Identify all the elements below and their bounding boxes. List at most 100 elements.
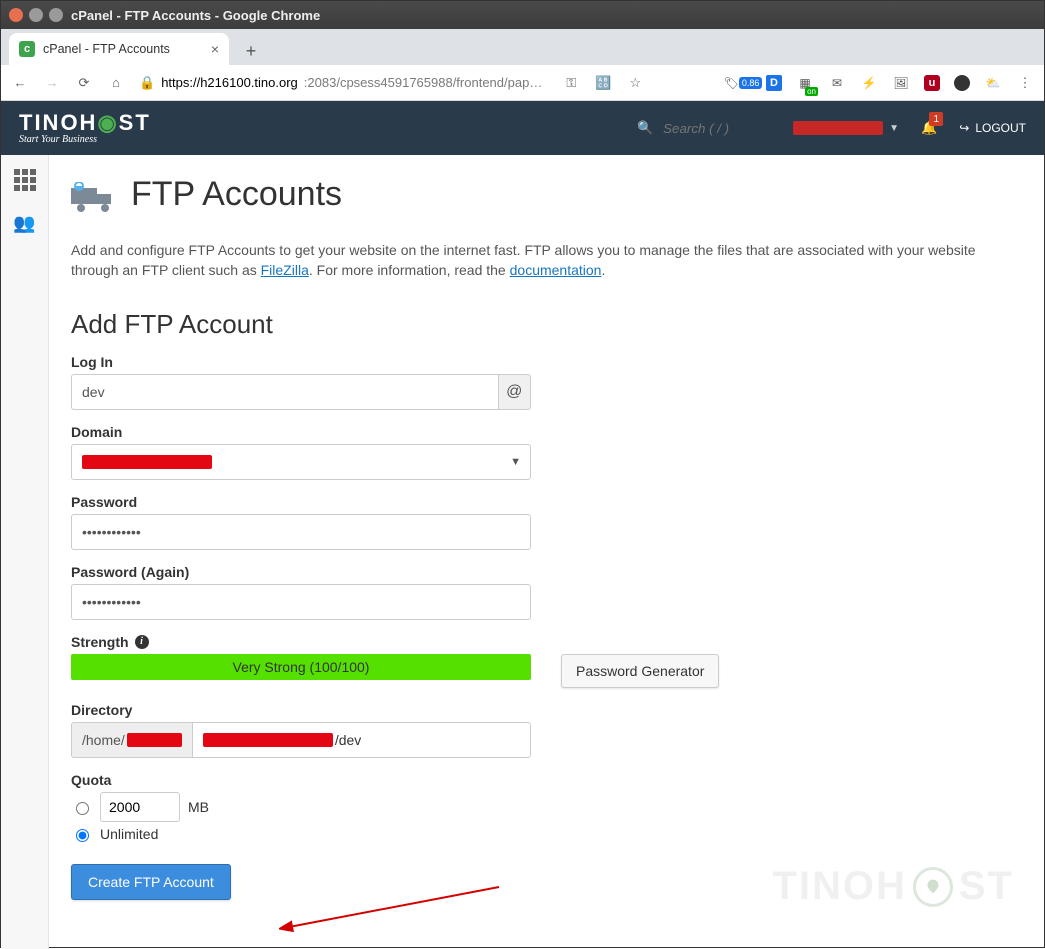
- url-path: :2083/cpsess4591765988/frontend/pap…: [304, 75, 543, 90]
- browser-tab-active[interactable]: c cPanel - FTP Accounts ×: [9, 33, 229, 65]
- intro-text: Add and configure FTP Accounts to get yo…: [71, 240, 1022, 281]
- quota-unit: MB: [188, 799, 209, 815]
- search-icon: 🔍: [637, 120, 653, 136]
- quota-limited-radio[interactable]: [76, 802, 89, 815]
- window-titlebar: cPanel - FTP Accounts - Google Chrome: [1, 1, 1044, 29]
- tab-close-button[interactable]: ×: [211, 41, 219, 57]
- quota-amount-input[interactable]: [100, 792, 180, 822]
- translate-icon[interactable]: 🔠: [594, 75, 612, 91]
- watermark-circle-icon: [913, 867, 953, 907]
- documentation-link[interactable]: documentation: [510, 262, 602, 278]
- create-ftp-account-button[interactable]: Create FTP Account: [71, 864, 231, 900]
- quota-unlimited-option[interactable]: Unlimited: [71, 826, 1022, 842]
- directory-prefix: /home/: [71, 722, 192, 758]
- brand-subtitle: Start Your Business: [19, 134, 151, 145]
- strength-label-text: Strength: [71, 634, 129, 650]
- bolt-icon[interactable]: ⚡: [860, 74, 878, 92]
- globe-dark-icon[interactable]: [954, 75, 970, 91]
- brand-text-2: ST: [119, 110, 151, 135]
- directory-prefix-redacted: [127, 733, 182, 747]
- weather-icon[interactable]: ⛅: [984, 74, 1002, 92]
- login-input[interactable]: [71, 374, 498, 410]
- password-generator-button[interactable]: Password Generator: [561, 654, 719, 688]
- users-icon[interactable]: 👥: [13, 213, 35, 234]
- browser-tabstrip: c cPanel - FTP Accounts × +: [1, 29, 1044, 65]
- strength-meter: Very Strong (100/100): [71, 654, 531, 680]
- extension-badge: 0.86: [739, 77, 763, 89]
- url-host: https://h216100.tino.org: [161, 75, 298, 90]
- forward-button[interactable]: →: [43, 75, 61, 90]
- domain-value-redacted: [82, 455, 212, 469]
- window-title: cPanel - FTP Accounts - Google Chrome: [71, 8, 320, 23]
- password-again-label: Password (Again): [71, 564, 1022, 580]
- search-input[interactable]: [661, 120, 771, 137]
- domain-select[interactable]: [71, 444, 531, 480]
- window-buttons: [9, 8, 63, 22]
- login-at-addon: @: [498, 374, 531, 410]
- page-title: FTP Accounts: [131, 175, 342, 214]
- window-maximize-button[interactable]: [49, 8, 63, 22]
- chrome-menu-button[interactable]: ⋮: [1016, 75, 1034, 91]
- logout-button[interactable]: ↪ LOGOUT: [959, 121, 1026, 135]
- quota-limited-option[interactable]: MB: [71, 792, 1022, 822]
- logout-label: LOGOUT: [975, 121, 1026, 135]
- info-icon[interactable]: i: [135, 635, 149, 649]
- domain-label: Domain: [71, 424, 1022, 440]
- login-label: Log In: [71, 354, 1022, 370]
- ftp-truck-icon: [71, 182, 119, 214]
- watermark-text1: TINOH: [772, 864, 906, 909]
- directory-input[interactable]: /dev: [192, 722, 531, 758]
- lock-icon: 🔒: [139, 75, 155, 91]
- tab-favicon-icon: c: [19, 41, 35, 57]
- password-input[interactable]: [71, 514, 531, 550]
- quota-label: Quota: [71, 772, 1022, 788]
- tab-title: cPanel - FTP Accounts: [43, 42, 170, 56]
- new-tab-button[interactable]: +: [237, 37, 265, 65]
- star-bookmark-icon[interactable]: ☆: [626, 75, 644, 91]
- user-menu[interactable]: ▼: [793, 121, 899, 135]
- extension-tag-icon[interactable]: 🏷0.86: [734, 74, 752, 92]
- intro-part2: . For more information, read the: [309, 262, 510, 278]
- watermark-text2: ST: [959, 864, 1014, 909]
- home-button[interactable]: ⌂: [107, 75, 125, 90]
- logout-icon: ↪: [959, 121, 969, 135]
- directory-suffix: /dev: [335, 732, 361, 748]
- directory-prefix-text: /home/: [82, 732, 125, 748]
- topbar-search[interactable]: 🔍: [637, 120, 771, 137]
- chevron-down-icon: ▼: [889, 123, 899, 134]
- ublock-icon[interactable]: u: [924, 75, 940, 91]
- window-minimize-button[interactable]: [29, 8, 43, 22]
- strength-label: Strength i: [71, 634, 1022, 650]
- apps-grid-icon[interactable]: [14, 169, 36, 191]
- window-close-button[interactable]: [9, 8, 23, 22]
- brand-logo: TINOH◉ST Start Your Business: [19, 112, 151, 145]
- quota-unlimited-radio[interactable]: [76, 829, 89, 842]
- key-icon[interactable]: ⚿: [562, 75, 580, 91]
- notifications-button[interactable]: 🔔 1: [921, 120, 937, 136]
- left-rail: 👥: [1, 155, 49, 949]
- brand-text-1: TINOH: [19, 110, 97, 135]
- watermark: TINOH ST: [772, 864, 1014, 909]
- user-name-redacted: [793, 121, 883, 135]
- extension-d-icon[interactable]: D: [766, 75, 782, 91]
- directory-label: Directory: [71, 702, 1022, 718]
- browser-toolbar: ← → ⟳ ⌂ 🔒 https://h216100.tino.org :2083/…: [1, 65, 1044, 101]
- picture-icon[interactable]: 🖼: [892, 74, 910, 92]
- notifications-count: 1: [929, 112, 943, 126]
- directory-value-redacted: [203, 733, 333, 747]
- intro-part3: .: [601, 262, 605, 278]
- password-again-input[interactable]: [71, 584, 531, 620]
- password-label: Password: [71, 494, 1022, 510]
- filezilla-link[interactable]: FileZilla: [261, 262, 309, 278]
- address-bar[interactable]: 🔒 https://h216100.tino.org :2083/cpsess45…: [139, 75, 542, 91]
- quota-unlimited-label: Unlimited: [100, 826, 158, 842]
- back-button[interactable]: ←: [11, 75, 29, 90]
- mail-icon[interactable]: ✉: [828, 74, 846, 92]
- main-content: FTP Accounts Add and configure FTP Accou…: [49, 155, 1044, 949]
- reload-button[interactable]: ⟳: [75, 75, 93, 91]
- annotation-arrow: [279, 879, 519, 939]
- extension-grid-icon[interactable]: ▦on: [796, 74, 814, 92]
- cpanel-topbar: TINOH◉ST Start Your Business 🔍 ▼ 🔔 1 ↪ L…: [1, 101, 1044, 155]
- brand-accent-icon: ◉: [97, 110, 118, 135]
- section-title: Add FTP Account: [71, 309, 1022, 340]
